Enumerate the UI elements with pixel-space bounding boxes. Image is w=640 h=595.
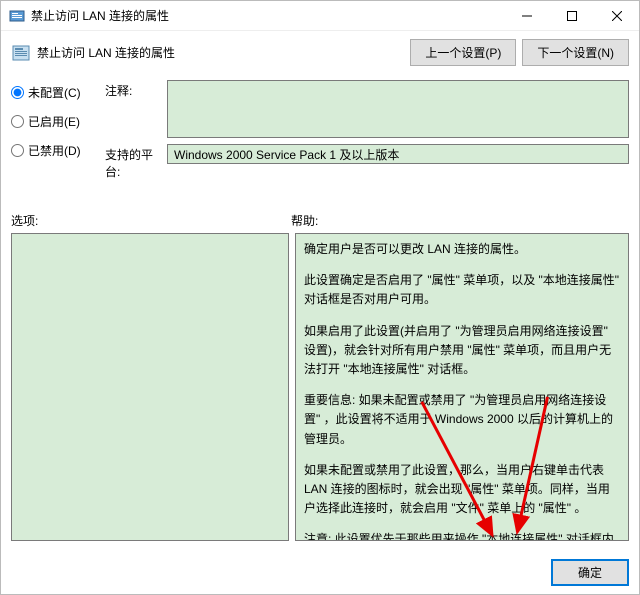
state-radios: 未配置(C) 已启用(E) 已禁用(D) <box>11 80 105 186</box>
platform-row: 支持的平台: Windows 2000 Service Pack 1 及以上版本 <box>105 144 629 180</box>
radio-not-configured-input[interactable] <box>11 86 24 99</box>
comment-label: 注释: <box>105 80 167 99</box>
policy-title: 禁止访问 LAN 连接的属性 <box>37 44 410 61</box>
help-panel[interactable]: 确定用户是否可以更改 LAN 连接的属性。 此设置确定是否启用了 "属性" 菜单… <box>295 233 629 541</box>
fields-column: 注释: 支持的平台: Windows 2000 Service Pack 1 及… <box>105 80 629 186</box>
titlebar[interactable]: 禁止访问 LAN 连接的属性 <box>1 1 639 31</box>
help-p3: 重要信息: 如果未配置或禁用了 "为管理员启用网络连接设置" ，此设置将不适用于… <box>304 391 620 449</box>
content-area: 禁止访问 LAN 连接的属性 上一个设置(P) 下一个设置(N) 未配置(C) … <box>1 31 639 551</box>
panel-labels: 选项: 帮助: <box>11 212 629 229</box>
window-title: 禁止访问 LAN 连接的属性 <box>31 7 504 24</box>
dialog-footer: 确定 <box>1 551 639 594</box>
radio-disabled[interactable]: 已禁用(D) <box>11 142 105 159</box>
maximize-button[interactable] <box>549 1 594 30</box>
help-p1: 此设置确定是否启用了 "属性" 菜单项，以及 "本地连接属性" 对话框是否对用户… <box>304 271 620 309</box>
close-button[interactable] <box>594 1 639 30</box>
policy-icon <box>11 43 31 63</box>
radio-enabled[interactable]: 已启用(E) <box>11 113 105 130</box>
help-p2: 如果启用了此设置(并启用了 "为管理员启用网络连接设置" 设置)，就会针对所有用… <box>304 322 620 380</box>
app-icon <box>9 8 25 24</box>
header-row: 禁止访问 LAN 连接的属性 上一个设置(P) 下一个设置(N) <box>11 39 629 66</box>
help-p0: 确定用户是否可以更改 LAN 连接的属性。 <box>304 240 620 259</box>
options-label: 选项: <box>11 212 291 229</box>
platform-label: 支持的平台: <box>105 144 167 180</box>
previous-setting-button[interactable]: 上一个设置(P) <box>410 39 516 66</box>
help-label: 帮助: <box>291 212 318 229</box>
minimize-button[interactable] <box>504 1 549 30</box>
radio-disabled-label: 已禁用(D) <box>28 142 81 159</box>
nav-buttons: 上一个设置(P) 下一个设置(N) <box>410 39 629 66</box>
radio-not-configured[interactable]: 未配置(C) <box>11 84 105 101</box>
radio-enabled-label: 已启用(E) <box>28 113 80 130</box>
radio-enabled-input[interactable] <box>11 115 24 128</box>
help-p4: 如果未配置或禁用了此设置，那么，当用户右键单击代表 LAN 连接的图标时，就会出… <box>304 461 620 519</box>
config-row: 未配置(C) 已启用(E) 已禁用(D) 注释: 支持的平台: <box>11 80 629 186</box>
comment-row: 注释: <box>105 80 629 138</box>
radio-not-configured-label: 未配置(C) <box>28 84 81 101</box>
next-setting-button[interactable]: 下一个设置(N) <box>522 39 629 66</box>
comment-input[interactable] <box>167 80 629 138</box>
ok-button[interactable]: 确定 <box>551 559 629 586</box>
options-panel[interactable] <box>11 233 289 541</box>
radio-disabled-input[interactable] <box>11 144 24 157</box>
panels: 确定用户是否可以更改 LAN 连接的属性。 此设置确定是否启用了 "属性" 菜单… <box>11 233 629 541</box>
window-controls <box>504 1 639 30</box>
platform-value: Windows 2000 Service Pack 1 及以上版本 <box>167 144 629 164</box>
properties-window: 禁止访问 LAN 连接的属性 禁止访问 LAN 连接的属性 上一个设置(P) 下… <box>0 0 640 595</box>
help-p5: 注意: 此设置优先于那些用来操作 "本地连接属性" 对话框内功能可用性的设置。如… <box>304 530 620 541</box>
